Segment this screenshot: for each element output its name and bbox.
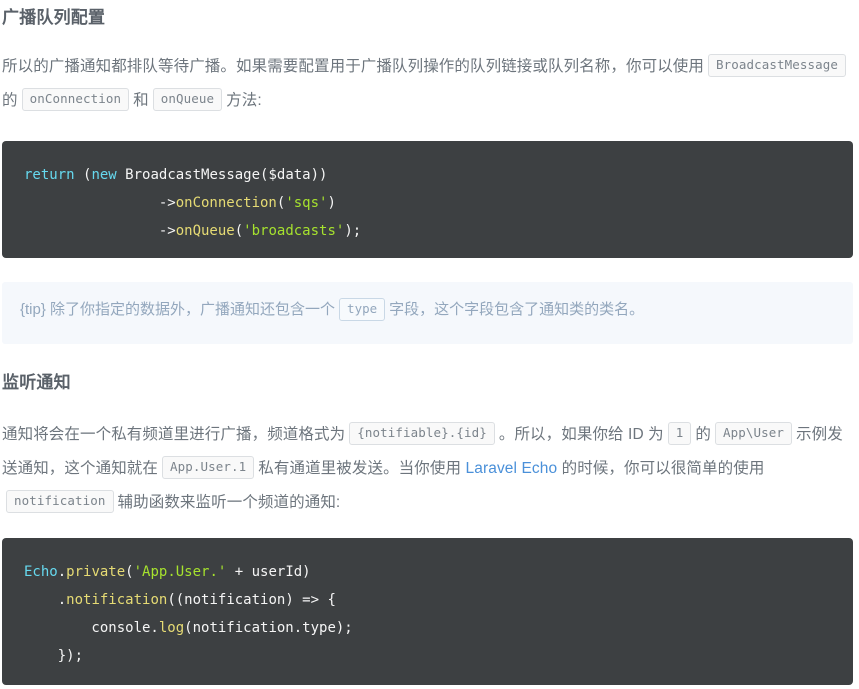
inline-code-notifiable-id: {notifiable}.{id} (349, 422, 495, 445)
paragraph-text-segment: 。所以，如果你给 ID 为 (498, 426, 664, 443)
code-token-plain: ( (125, 564, 134, 580)
inline-code-one: 1 (667, 422, 692, 445)
inline-code-app-user: App\User (715, 422, 793, 445)
code-token-keyword: return (24, 167, 84, 183)
code-token-plain: ((notification) => { (167, 592, 336, 608)
code-token-keyword: new (91, 167, 126, 183)
code-token-plain: -> (24, 195, 176, 211)
paragraph-text-segment: 和 (133, 92, 149, 109)
paragraph-text-segment: 私有通道里被发送。当你使用 (258, 460, 462, 477)
code-token-keyword: Echo (24, 564, 58, 580)
inline-code-onconnection: onConnection (21, 88, 130, 111)
code-block-echo-private: Echo.private('App.User.' + userId) .noti… (2, 538, 853, 685)
code-token-plain: ); (344, 223, 362, 239)
inline-code-app-user-1: App.User.1 (162, 456, 255, 479)
paragraph-text-segment: 辅助函数来监听一个频道的通知: (117, 494, 341, 511)
paragraph-text-segment: 方法: (226, 92, 262, 109)
inline-code-onqueue: onQueue (152, 88, 223, 111)
code-token-plain: ) (327, 195, 336, 211)
paragraph-text-segment: 的 (2, 92, 18, 109)
code-token-plain: console. (24, 620, 159, 636)
code-token-string: 'App.User.' (133, 564, 227, 580)
inline-code-type: type (339, 298, 386, 321)
code-token-function: onQueue (175, 223, 235, 239)
paragraph-listen-notification: 通知将会在一个私有频道里进行广播，频道格式为 {notifiable}.{id}。… (2, 418, 857, 520)
code-token-plain: . (24, 592, 67, 608)
code-token-plain: (notification.type); (184, 620, 353, 636)
code-token-plain: }); (24, 648, 84, 664)
code-token-plain: ( (234, 223, 244, 239)
code-token-plain: BroadcastMessage($data)) (125, 167, 328, 183)
documentation-page: 广播队列配置 所以的广播通知都排队等待广播。如果需要配置用于广播队列操作的队列链… (0, 0, 859, 689)
code-token-function: log (158, 620, 185, 636)
code-block-broadcast-message: return (new BroadcastMessage($data)) ->o… (2, 141, 853, 258)
paragraph-text-segment: 的时候，你可以很简单的使用 (561, 460, 765, 477)
code-token-plain: -> (24, 223, 176, 239)
code-token-function: onConnection (175, 195, 277, 211)
link-laravel-echo[interactable]: Laravel Echo (466, 460, 558, 477)
inline-code-notification: notification (6, 490, 114, 513)
inline-code-broadcastmessage: BroadcastMessage (708, 54, 847, 77)
code-token-plain: . (57, 564, 67, 580)
code-token-function: notification (66, 592, 168, 608)
paragraph-text-segment: 所以的广播通知都排队等待广播。如果需要配置用于广播队列操作的队列链接或队列名称，… (2, 58, 705, 75)
tip-text-segment: {tip} 除了你指定的数据外，广播通知还包含一个 (20, 301, 336, 318)
code-token-string: 'sqs' (285, 195, 328, 211)
code-token-function: private (66, 564, 126, 580)
code-token-plain: + userId) (226, 564, 311, 580)
paragraph-text-segment: 的 (695, 426, 712, 443)
paragraph-text-segment: 通知将会在一个私有频道里进行广播，频道格式为 (2, 426, 346, 443)
tip-callout-broadcast-type: {tip} 除了你指定的数据外，广播通知还包含一个 type 字段，这个字段包含了通… (2, 282, 853, 344)
tip-text-segment: 字段，这个字段包含了通知类的类名。 (389, 301, 645, 318)
section-heading-broadcast-queue: 广播队列配置 (2, 8, 106, 27)
code-token-string: 'broadcasts' (243, 223, 345, 239)
section-heading-listen-notification: 监听通知 (2, 373, 71, 392)
paragraph-broadcast-queue: 所以的广播通知都排队等待广播。如果需要配置用于广播队列操作的队列链接或队列名称，… (2, 50, 857, 118)
